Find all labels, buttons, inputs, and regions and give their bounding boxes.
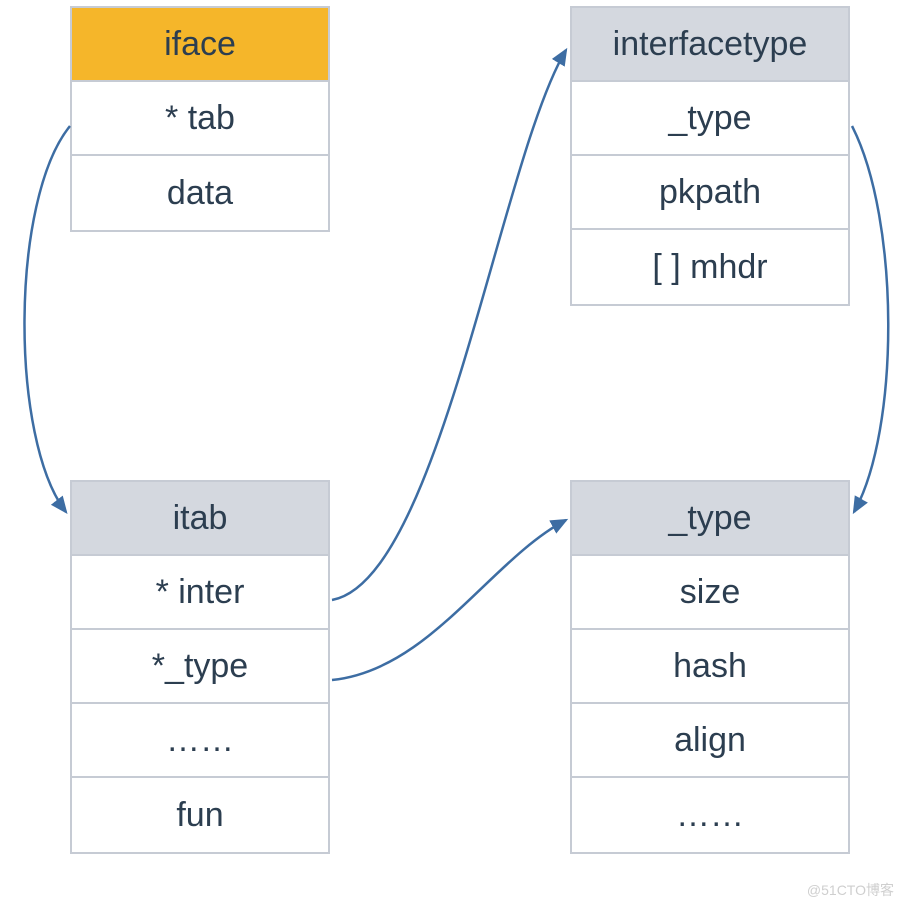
box-type-field-more: ……: [572, 778, 848, 852]
box-itab-field-inter: * inter: [72, 556, 328, 630]
box-interfacetype-title: interfacetype: [572, 8, 848, 82]
box-iface-title: iface: [72, 8, 328, 82]
box-type-title: _type: [572, 482, 848, 556]
box-itab-title: itab: [72, 482, 328, 556]
box-iface-field-tab: * tab: [72, 82, 328, 156]
box-interfacetype-field-mhdr: [ ] mhdr: [572, 230, 848, 304]
watermark: @51CTO博客: [807, 880, 894, 900]
box-type-field-size: size: [572, 556, 848, 630]
box-interfacetype-field-type: _type: [572, 82, 848, 156]
box-type-field-hash: hash: [572, 630, 848, 704]
box-itab: itab * inter *_type …… fun: [70, 480, 330, 854]
arrow-itab-inter-to-interfacetype: [332, 50, 566, 600]
arrow-itab-type-to-type: [332, 520, 566, 680]
box-itab-field-more: ……: [72, 704, 328, 778]
box-iface-field-data: data: [72, 156, 328, 230]
box-type-field-align: align: [572, 704, 848, 778]
box-itab-field-type: *_type: [72, 630, 328, 704]
box-itab-field-fun: fun: [72, 778, 328, 852]
arrow-iface-to-itab: [24, 126, 70, 512]
box-interfacetype: interfacetype _type pkpath [ ] mhdr: [570, 6, 850, 306]
box-iface: iface * tab data: [70, 6, 330, 232]
arrow-interfacetype-to-type: [852, 126, 888, 512]
box-type: _type size hash align ……: [570, 480, 850, 854]
box-interfacetype-field-pkpath: pkpath: [572, 156, 848, 230]
